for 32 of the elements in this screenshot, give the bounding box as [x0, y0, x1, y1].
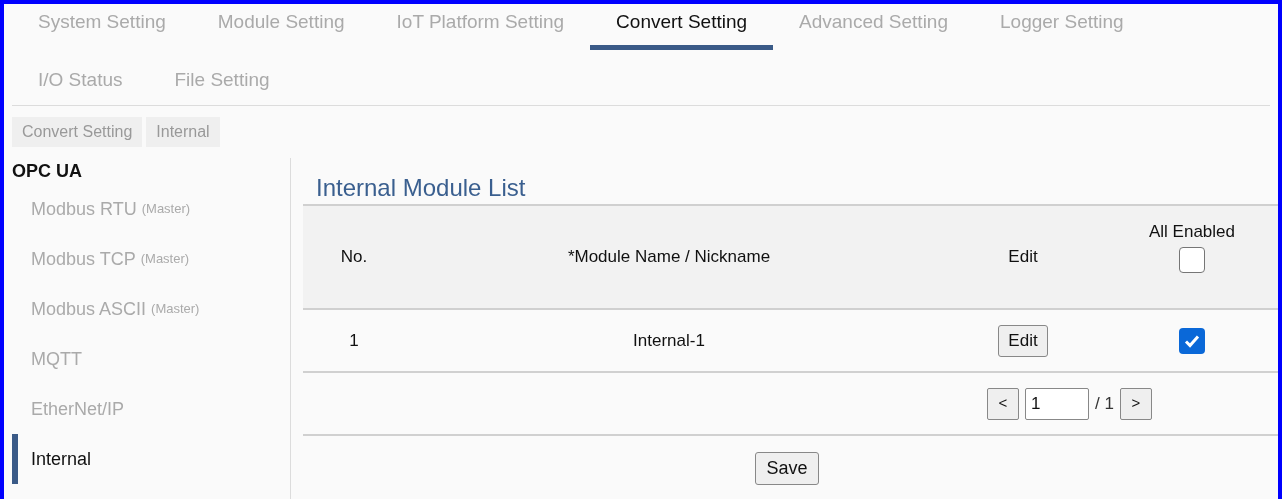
breadcrumb-item[interactable]: Internal [146, 117, 220, 147]
column-header: No. [340, 246, 368, 269]
column-header: Edit [1008, 246, 1038, 269]
column-header: *Module Name / Nickname [567, 246, 771, 269]
page-field[interactable]: 1 [1025, 387, 1089, 420]
tab[interactable]: Module Setting [191, 4, 371, 50]
tab[interactable]: System Setting [12, 4, 192, 50]
save-button[interactable]: Save [755, 452, 819, 485]
column-header: All Enabled [1149, 220, 1235, 243]
tab[interactable]: IoT Platform Setting [370, 4, 591, 50]
sidebar-item[interactable]: Internal [12, 434, 290, 484]
sidebar-item[interactable]: EtherNet/IP [12, 384, 290, 434]
breadcrumb-item[interactable]: Convert Setting [12, 117, 143, 147]
tab[interactable]: Convert Setting [590, 4, 774, 50]
tab[interactable]: File Setting [148, 50, 296, 105]
sidebar-item[interactable]: Modbus ASCII (Master) [12, 284, 290, 334]
tab[interactable]: Advanced Setting [773, 4, 974, 50]
sidebar-item[interactable]: Modbus TCP (Master) [12, 234, 290, 284]
edit-button[interactable]: Edit [998, 324, 1048, 357]
sidebar-heading: OPC UA [12, 160, 83, 183]
table-cell-text: Internal-1 [633, 329, 705, 352]
page-total: / 1 [1095, 392, 1114, 415]
previous-page-button[interactable]: < [987, 387, 1019, 420]
sidebar-item[interactable]: Modbus RTU (Master) [12, 184, 290, 234]
tab[interactable]: Logger Setting [974, 4, 1150, 50]
sidebar-item[interactable]: MQTT [12, 334, 290, 384]
tab[interactable]: I/O Status [12, 50, 149, 105]
table-cell-text: 1 [349, 329, 359, 352]
checkbox[interactable] [1179, 327, 1205, 354]
checkbox[interactable] [1179, 247, 1205, 274]
section-title: Internal Module List [315, 173, 527, 203]
next-page-button[interactable]: > [1119, 387, 1152, 420]
